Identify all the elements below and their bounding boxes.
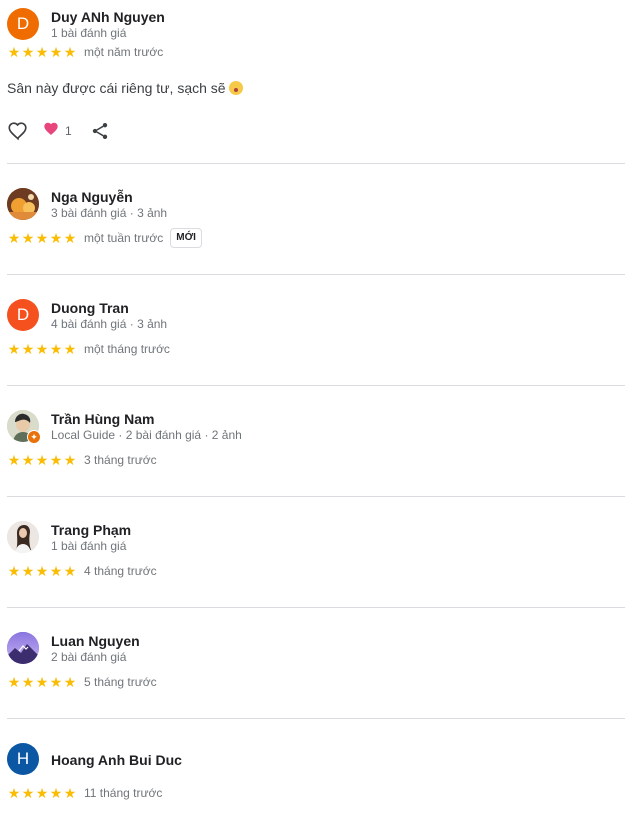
star-rating: ★ ★ ★ ★ ★: [7, 564, 77, 578]
reviewer-meta: 1 bài đánh giá: [51, 539, 127, 553]
local-guide-badge-icon: ✦: [27, 430, 41, 444]
reviewer-name[interactable]: Nga Nguyễn: [51, 189, 133, 205]
star-icon: ★: [21, 230, 35, 246]
rating-row: ★ ★ ★ ★ ★ 4 tháng trước: [7, 563, 157, 579]
review-date: 5 tháng trước: [84, 675, 157, 689]
star-icon: ★: [21, 563, 35, 579]
star-icon: ★: [35, 44, 49, 60]
review-text: Sân này được cái riêng tư, sạch sẽ: [7, 80, 244, 96]
astonished-face-emoji-icon: [229, 81, 244, 95]
star-icon: ★: [63, 563, 77, 579]
star-icon: ★: [7, 341, 21, 357]
star-icon: ★: [7, 674, 21, 690]
star-icon: ★: [63, 44, 77, 60]
star-icon: ★: [63, 341, 77, 357]
star-icon: ★: [7, 44, 21, 60]
review-date: một năm trước: [84, 45, 164, 59]
star-icon: ★: [63, 785, 77, 801]
reviewer-name[interactable]: Trang Phạm: [51, 522, 131, 538]
new-badge: MỚI: [170, 228, 202, 248]
rating-row: ★ ★ ★ ★ ★ một năm trước: [7, 44, 164, 60]
review-item: Trang Phạm 1 bài đánh giá ★ ★ ★ ★ ★ 4 tháng …: [7, 497, 625, 608]
avatar[interactable]: [7, 632, 39, 664]
review-item: D Duong Tran 4 bài đánh giá · 3 ảnh ★ ★ ★ ★…: [7, 275, 625, 386]
avatar[interactable]: [7, 188, 39, 220]
avatar[interactable]: D: [7, 299, 39, 331]
reviewer-meta: 2 bài đánh giá: [51, 650, 127, 664]
star-rating: ★ ★ ★ ★ ★: [7, 786, 77, 800]
star-icon: ★: [35, 230, 49, 246]
star-icon: ★: [21, 44, 35, 60]
star-icon: ★: [7, 785, 21, 801]
share-icon[interactable]: [90, 121, 110, 141]
reviewer-name[interactable]: Luan Nguyen: [51, 633, 140, 649]
review-date: 4 tháng trước: [84, 564, 157, 578]
reaction-count: 1: [65, 124, 72, 138]
star-icon: ★: [35, 563, 49, 579]
star-icon: ★: [49, 785, 63, 801]
star-icon: ★: [49, 230, 63, 246]
reviewer-name[interactable]: Duy ANh Nguyen: [51, 9, 165, 25]
like-heart-icon[interactable]: [7, 120, 29, 142]
rating-row: ★ ★ ★ ★ ★ một tuần trước MỚI: [7, 228, 202, 248]
star-icon: ★: [63, 674, 77, 690]
review-item: Luan Nguyen 2 bài đánh giá ★ ★ ★ ★ ★ 5 tháng…: [7, 608, 625, 719]
rating-row: ★ ★ ★ ★ ★ 5 tháng trước: [7, 674, 157, 690]
review-item: H Hoang Anh Bui Duc ★ ★ ★ ★ ★ 11 tháng trước: [7, 719, 625, 830]
rating-row: ★ ★ ★ ★ ★ 3 tháng trước: [7, 452, 157, 468]
star-icon: ★: [63, 452, 77, 468]
star-icon: ★: [49, 452, 63, 468]
star-icon: ★: [21, 452, 35, 468]
reviewer-meta: Local Guide · 2 bài đánh giá · 2 ảnh: [51, 428, 242, 442]
review-date: một tuần trước: [84, 231, 164, 245]
reviewer-meta: 3 bài đánh giá · 3 ảnh: [51, 206, 168, 220]
review-date: một tháng trước: [84, 342, 170, 356]
rating-row: ★ ★ ★ ★ ★ một tháng trước: [7, 341, 170, 357]
star-icon: ★: [49, 44, 63, 60]
star-rating: ★ ★ ★ ★ ★: [7, 453, 77, 467]
heart-reaction-icon: [43, 121, 59, 142]
avatar[interactable]: [7, 521, 39, 553]
review-actions: 1: [7, 120, 110, 142]
star-rating: ★ ★ ★ ★ ★: [7, 675, 77, 689]
star-icon: ★: [7, 563, 21, 579]
star-icon: ★: [21, 674, 35, 690]
star-icon: ★: [63, 230, 77, 246]
reviewer-name[interactable]: Duong Tran: [51, 300, 129, 316]
star-icon: ★: [35, 452, 49, 468]
star-rating: ★ ★ ★ ★ ★: [7, 231, 77, 245]
avatar[interactable]: D: [7, 8, 39, 40]
review-date: 3 tháng trước: [84, 453, 157, 467]
star-icon: ★: [49, 563, 63, 579]
star-icon: ★: [21, 785, 35, 801]
star-rating: ★ ★ ★ ★ ★: [7, 45, 77, 59]
star-icon: ★: [35, 674, 49, 690]
star-icon: ★: [21, 341, 35, 357]
review-date: 11 tháng trước: [84, 786, 163, 800]
star-icon: ★: [7, 230, 21, 246]
star-icon: ★: [49, 341, 63, 357]
review-item: Nga Nguyễn 3 bài đánh giá · 3 ảnh ★ ★ ★ ★ ★ …: [7, 164, 625, 275]
rating-row: ★ ★ ★ ★ ★ 11 tháng trước: [7, 785, 163, 801]
reviewer-name[interactable]: Trần Hùng Nam: [51, 411, 154, 427]
review-item: ✦ Trần Hùng Nam Local Guide · 2 bài đánh…: [7, 386, 625, 497]
star-icon: ★: [35, 785, 49, 801]
avatar[interactable]: H: [7, 743, 39, 775]
reviews-list: D Duy ANh Nguyen 1 bài đánh giá ★ ★ ★ ★ ★ mộ…: [0, 0, 625, 830]
star-icon: ★: [7, 452, 21, 468]
reviewer-name[interactable]: Hoang Anh Bui Duc: [51, 752, 182, 768]
star-icon: ★: [35, 341, 49, 357]
star-icon: ★: [49, 674, 63, 690]
reviewer-meta: 1 bài đánh giá: [51, 26, 127, 40]
reaction-summary[interactable]: 1: [43, 121, 72, 142]
reviewer-meta: 4 bài đánh giá · 3 ảnh: [51, 317, 168, 331]
review-text-content: Sân này được cái riêng tư, sạch sẽ: [7, 80, 226, 96]
star-rating: ★ ★ ★ ★ ★: [7, 342, 77, 356]
review-item: D Duy ANh Nguyen 1 bài đánh giá ★ ★ ★ ★ ★ mộ…: [7, 0, 625, 164]
